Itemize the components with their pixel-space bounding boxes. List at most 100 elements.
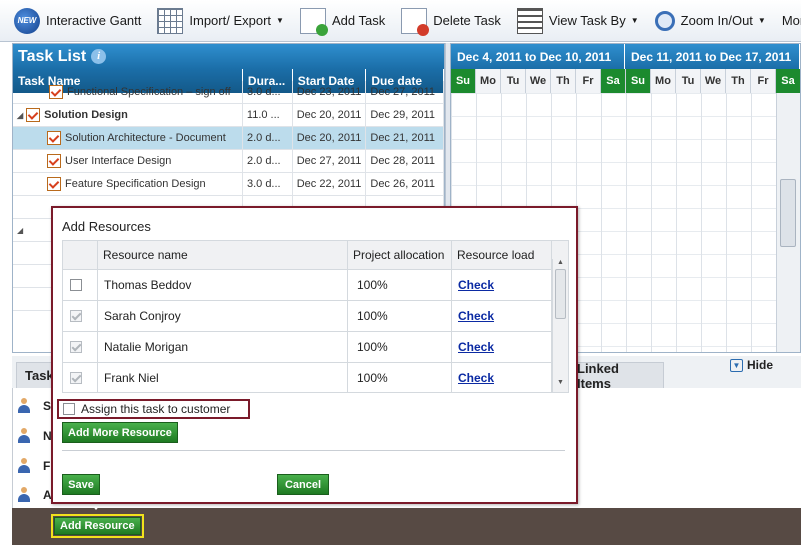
- resource-name: Sarah Conjroy: [98, 301, 348, 331]
- day-label: We: [701, 69, 726, 93]
- interactive-gantt-button[interactable]: NEW Interactive Gantt: [6, 5, 149, 37]
- collapse-triangle-icon[interactable]: ◢: [17, 226, 23, 235]
- resource-table-scrollbar[interactable]: ▲ ▼: [552, 259, 568, 392]
- task-name: Functional Specification – sign off: [67, 86, 231, 98]
- table-row[interactable]: ◢ Solution Design 11.0 ... Dec 20, 2011 D…: [13, 104, 444, 127]
- start-date-cell: Dec 20, 2011: [293, 127, 367, 149]
- table-row[interactable]: Functional Specification – sign off 3.0 …: [13, 81, 444, 104]
- resource-checkbox[interactable]: [70, 279, 82, 291]
- scrollbar-thumb[interactable]: [555, 269, 566, 319]
- due-date-cell: Dec 26, 2011: [366, 173, 444, 195]
- resource-table-header: Resource name Project allocation Resourc…: [63, 241, 568, 270]
- assign-to-customer-label: Assign this task to customer: [81, 402, 231, 416]
- interactive-gantt-label: Interactive Gantt: [46, 13, 142, 28]
- gantt-vertical-scrollbar[interactable]: [776, 93, 800, 352]
- day-label: Tu: [676, 69, 701, 93]
- add-task-icon: [299, 7, 328, 36]
- tab-task[interactable]: Task: [16, 362, 56, 388]
- table-row: Natalie Morigan 100% Check: [63, 332, 568, 363]
- save-button[interactable]: Save: [62, 474, 100, 495]
- chevron-down-icon: ▼: [730, 358, 743, 372]
- hide-button[interactable]: ▼ Hide: [730, 358, 773, 372]
- start-date-cell: Dec 27, 2011: [293, 150, 367, 172]
- scrollbar-thumb[interactable]: [780, 179, 796, 247]
- spreadsheet-icon: [157, 7, 184, 34]
- task-name: Feature Specification Design: [65, 178, 206, 190]
- add-resource-button[interactable]: Add Resource: [54, 517, 141, 535]
- day-label: Mo: [476, 69, 501, 93]
- project-allocation[interactable]: 100%: [348, 332, 452, 362]
- duration-cell: 3.0 d...: [243, 173, 293, 195]
- list-item[interactable]: F: [17, 458, 50, 473]
- day-label: We: [526, 69, 551, 93]
- project-allocation[interactable]: 100%: [348, 270, 452, 300]
- caret-down-icon: ▼: [757, 16, 766, 25]
- due-date-cell: Dec 21, 2011: [366, 127, 444, 149]
- task-name-cell: ◢ Solution Design: [13, 104, 243, 126]
- task-list-title: Task List: [18, 47, 87, 65]
- day-label: Sa: [601, 69, 626, 93]
- delete-task-button[interactable]: Delete Task: [393, 5, 509, 37]
- list-item[interactable]: S: [17, 398, 51, 413]
- start-date-cell: Dec 22, 2011: [293, 173, 367, 195]
- table-row[interactable]: Feature Specification Design 3.0 d... De…: [13, 173, 444, 196]
- zoom-button[interactable]: Zoom In/Out ▼: [647, 5, 774, 37]
- assign-to-customer-checkbox[interactable]: [63, 403, 75, 415]
- table-row[interactable]: User Interface Design 2.0 d... Dec 27, 2…: [13, 150, 444, 173]
- resource-checkbox[interactable]: [70, 310, 82, 322]
- scroll-down-icon[interactable]: ▼: [557, 379, 564, 386]
- day-label: Fr: [751, 69, 776, 93]
- project-allocation[interactable]: 100%: [348, 301, 452, 331]
- resource-checkbox[interactable]: [70, 341, 82, 353]
- assign-to-customer-option[interactable]: Assign this task to customer: [57, 399, 250, 419]
- resource-table: Resource name Project allocation Resourc…: [62, 240, 569, 393]
- table-row: Sarah Conjroy 100% Check: [63, 301, 568, 332]
- resource-checkbox[interactable]: [70, 372, 82, 384]
- dialog-divider: [62, 450, 565, 451]
- cancel-button[interactable]: Cancel: [277, 474, 329, 495]
- check-load-link[interactable]: Check: [458, 278, 494, 292]
- task-name-cell: User Interface Design: [13, 150, 243, 172]
- table-row[interactable]: Solution Architecture - Document 2.0 d..…: [13, 127, 444, 150]
- task-icon: [47, 131, 61, 145]
- add-task-button[interactable]: Add Task: [292, 5, 393, 37]
- check-load-link[interactable]: Check: [458, 371, 494, 385]
- column-resource-load: Resource load: [452, 241, 552, 269]
- start-date-cell: Dec 23, 2011: [293, 81, 367, 103]
- resource-initial: S: [43, 398, 52, 413]
- tab-linked-items[interactable]: Linked Items: [568, 361, 664, 391]
- task-icon: [47, 177, 61, 191]
- info-icon[interactable]: i: [91, 49, 107, 64]
- collapse-triangle-icon[interactable]: ◢: [17, 111, 23, 120]
- check-load-link[interactable]: Check: [458, 340, 494, 354]
- duration-cell: 2.0 d...: [243, 150, 293, 172]
- new-badge-icon: NEW: [14, 7, 40, 34]
- view-task-by-button[interactable]: View Task By ▼: [509, 5, 647, 37]
- table-row: Thomas Beddov 100% Check: [63, 270, 568, 301]
- start-date-cell: Dec 20, 2011: [293, 104, 367, 126]
- column-select: [63, 241, 98, 269]
- toolbar: NEW Interactive Gantt Import/ Export ▼ A…: [0, 0, 801, 42]
- duration-cell: 11.0 ...: [243, 104, 293, 126]
- list-item[interactable]: A: [17, 487, 52, 502]
- scroll-up-icon[interactable]: ▲: [557, 259, 564, 266]
- check-load-link[interactable]: Check: [458, 309, 494, 323]
- table-row: Frank Niel 100% Check: [63, 363, 568, 392]
- more-button[interactable]: More ▼: [774, 5, 801, 37]
- resource-name: Frank Niel: [98, 363, 348, 392]
- delete-task-label: Delete Task: [433, 13, 501, 28]
- import-export-label: Import/ Export: [189, 13, 272, 28]
- task-name-cell: Functional Specification – sign off: [13, 81, 243, 103]
- day-label: Su: [626, 69, 651, 93]
- add-more-resource-button[interactable]: Add More Resource: [62, 422, 178, 443]
- task-group-icon: [26, 108, 41, 122]
- person-icon: [17, 458, 31, 473]
- duration-cell: 3.0 d...: [243, 81, 293, 103]
- task-name: Solution Architecture - Document: [65, 132, 226, 144]
- day-label: Th: [726, 69, 751, 93]
- list-item[interactable]: N: [17, 428, 52, 443]
- import-export-button[interactable]: Import/ Export ▼: [149, 5, 292, 37]
- project-allocation[interactable]: 100%: [348, 363, 452, 392]
- task-name: Solution Design: [44, 109, 128, 121]
- due-date-cell: Dec 29, 2011: [366, 104, 444, 126]
